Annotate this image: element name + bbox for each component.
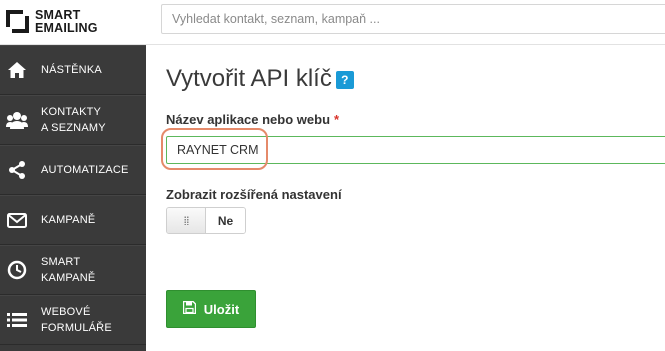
sidebar-item-label: AUTOMATIZACE [41,164,129,176]
app-name-label: Název aplikace nebo webu * [166,112,340,127]
save-button-label: Uložit [203,301,240,317]
save-button[interactable]: Uložit [166,290,256,328]
sidebar-item-campaigns[interactable]: KAMPANĚ [0,195,146,245]
advanced-settings-label: Zobrazit rozšířená nastavení [166,187,342,202]
sidebar-item-automation[interactable]: AUTOMATIZACE [0,145,146,195]
toggle-state-label: Ne [206,208,245,233]
smartemailing-logo[interactable]: SMART EMAILING [6,9,146,37]
list-icon [6,309,28,331]
app-name-input[interactable] [166,136,665,164]
users-icon [6,109,28,131]
search-input[interactable] [161,4,665,34]
save-icon [182,300,196,317]
sidebar-item-label: NÁSTĚNKA [41,64,102,76]
sidebar-item-smart-campaigns[interactable]: SMART KAMPANĚ [0,245,146,295]
logo-mark-icon [6,10,29,33]
home-icon [6,59,28,81]
grip-icon [183,216,189,225]
sidebar-item-contacts[interactable]: KONTAKTY A SEZNAMY [0,95,146,145]
sidebar-item-label: SMART KAMPANĚ [41,256,96,284]
sidebar-item-dashboard[interactable]: NÁSTĚNKA [0,45,146,95]
share-icon [6,159,28,181]
sidebar: NÁSTĚNKA KONTAKTY A SEZNAMY AUTOMATIZACE… [0,45,146,351]
sidebar-item-label: WEBOVÉ FORMULÁŘE [41,306,112,334]
required-marker: * [334,112,340,127]
sidebar-item-web-forms[interactable]: WEBOVÉ FORMULÁŘE [0,295,146,345]
logo-text: SMART EMAILING [35,8,98,35]
main-content: Vytvořit API klíč? Název aplikace nebo w… [146,45,665,351]
advanced-settings-toggle[interactable]: Ne [166,207,246,234]
page-title: Vytvořit API klíč? [166,65,354,93]
sidebar-item-label: KAMPANĚ [41,214,96,226]
help-icon[interactable]: ? [335,71,354,89]
top-bar: SMART EMAILING [0,0,665,45]
sidebar-item-label: KONTAKTY A SEZNAMY [41,106,106,134]
envelope-icon [6,209,28,231]
clock-icon [6,259,28,281]
toggle-handle[interactable] [167,208,207,233]
